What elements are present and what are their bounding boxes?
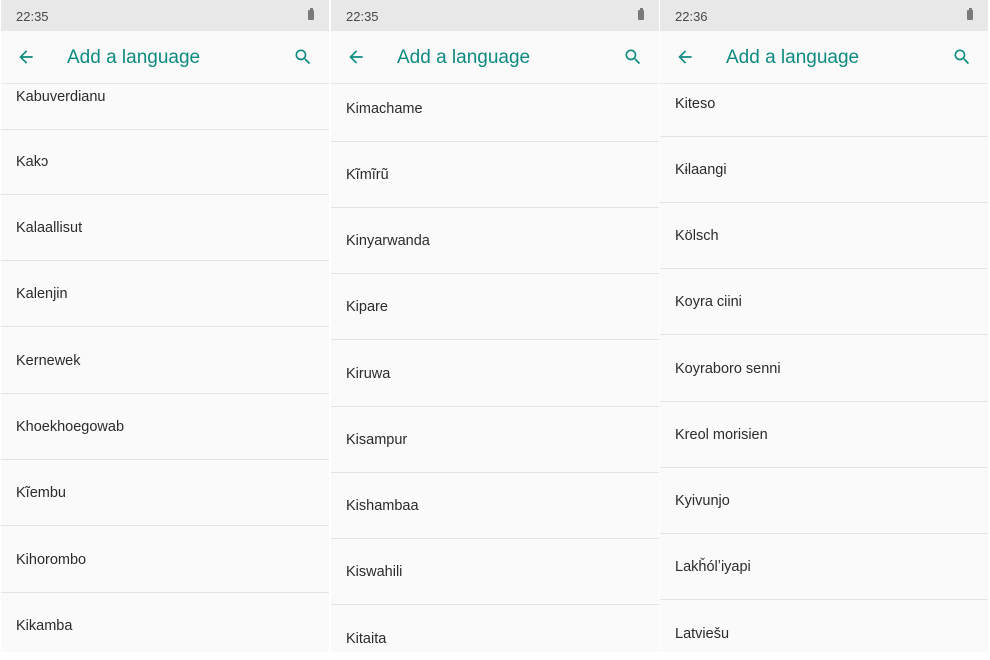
list-item[interactable]: Kalenjin bbox=[1, 261, 329, 327]
list-item[interactable]: Kyivunjo bbox=[660, 468, 988, 534]
list-item[interactable]: Kabuverdianu bbox=[1, 84, 329, 130]
list-item[interactable]: Koyraboro senni bbox=[660, 336, 988, 402]
language-name: Kakɔ bbox=[16, 153, 49, 170]
battery-icon bbox=[967, 8, 973, 20]
language-name: Lakȟólʼiyapi bbox=[675, 558, 751, 575]
status-time: 22:35 bbox=[346, 9, 379, 24]
list-item[interactable]: Kishambaa bbox=[331, 473, 659, 539]
list-item[interactable]: Kinyarwanda bbox=[331, 208, 659, 274]
page-title: Add a language bbox=[397, 47, 531, 68]
list-item[interactable]: Koyra ciini bbox=[660, 269, 988, 335]
arrow-back-icon bbox=[678, 50, 692, 64]
language-name: Kabuverdianu bbox=[16, 88, 106, 105]
list-item[interactable]: Kipare bbox=[331, 274, 659, 340]
screen-3: 22:36 Add a language Kiteso Kɨlaangi Köl… bbox=[660, 0, 988, 652]
status-bar: 22:36 bbox=[660, 0, 988, 31]
page-title: Add a language bbox=[726, 47, 860, 68]
screen-1: 22:35 Add a language Kabuverdianu Kakɔ K… bbox=[1, 0, 329, 652]
language-name: Kernewek bbox=[16, 352, 81, 369]
search-icon bbox=[295, 49, 311, 65]
list-item[interactable]: Kikamba bbox=[1, 593, 329, 652]
language-name: Kitaita bbox=[346, 630, 387, 647]
list-item[interactable]: Kreol morisien bbox=[660, 402, 988, 468]
list-item[interactable]: Kiruwa bbox=[331, 341, 659, 407]
language-name: Kyivunjo bbox=[675, 492, 730, 509]
status-time: 22:36 bbox=[675, 9, 708, 24]
language-name: Kishambaa bbox=[346, 497, 419, 514]
list-item[interactable]: Lakȟólʼiyapi bbox=[660, 534, 988, 600]
language-list[interactable]: Kimachame Kĩmĩrũ Kinyarwanda Kipare Kiru… bbox=[331, 84, 659, 652]
language-name: Koyraboro senni bbox=[675, 360, 781, 377]
language-name: Kɨlaangi bbox=[675, 161, 727, 178]
app-bar: Add a language bbox=[1, 31, 329, 84]
app-bar: Add a language bbox=[660, 31, 988, 84]
language-name: Kihorombo bbox=[16, 551, 87, 568]
status-bar: 22:35 bbox=[331, 0, 659, 31]
list-item[interactable]: Kisampur bbox=[331, 407, 659, 473]
search-button[interactable] bbox=[289, 43, 317, 71]
language-name: Khoekhoegowab bbox=[16, 418, 125, 435]
arrow-back-icon bbox=[349, 50, 363, 64]
list-item[interactable]: Kalaallisut bbox=[1, 195, 329, 261]
list-item[interactable]: Latviešu bbox=[660, 601, 988, 652]
status-bar: 22:35 bbox=[1, 0, 329, 31]
list-item[interactable]: Kimachame bbox=[331, 84, 659, 142]
list-item[interactable]: Khoekhoegowab bbox=[1, 394, 329, 460]
search-icon bbox=[625, 49, 641, 65]
list-item[interactable]: Kĩmĩrũ bbox=[331, 142, 659, 208]
language-list[interactable]: Kiteso Kɨlaangi Kölsch Koyra ciini Koyra… bbox=[660, 84, 988, 652]
language-name: Kikamba bbox=[16, 617, 73, 634]
back-button[interactable] bbox=[12, 43, 40, 71]
arrow-back-icon bbox=[19, 50, 33, 64]
list-item[interactable]: Kölsch bbox=[660, 203, 988, 269]
list-item[interactable]: Kakɔ bbox=[1, 129, 329, 195]
back-button[interactable] bbox=[671, 43, 699, 71]
language-name: Latviešu bbox=[675, 625, 730, 642]
search-button[interactable] bbox=[948, 43, 976, 71]
battery-icon bbox=[308, 8, 314, 20]
language-name: Kimachame bbox=[346, 100, 423, 117]
page-title: Add a language bbox=[67, 47, 201, 68]
language-name: Kalaallisut bbox=[16, 219, 83, 236]
search-button[interactable] bbox=[619, 43, 647, 71]
language-name: Kisampur bbox=[346, 431, 408, 448]
language-name: Kiteso bbox=[675, 95, 716, 112]
language-name: Kĩembu bbox=[16, 484, 66, 501]
screen-2: 22:35 Add a language Kimachame Kĩmĩrũ Ki… bbox=[331, 0, 659, 652]
list-item[interactable]: Kiswahili bbox=[331, 539, 659, 605]
search-icon bbox=[954, 49, 970, 65]
list-item[interactable]: Kĩembu bbox=[1, 460, 329, 526]
language-name: Kölsch bbox=[675, 227, 719, 244]
language-name: Kinyarwanda bbox=[346, 232, 430, 249]
language-name: Kipare bbox=[346, 298, 388, 315]
list-item[interactable]: Kiteso bbox=[660, 84, 988, 137]
battery-icon bbox=[638, 8, 644, 20]
language-name: Kiswahili bbox=[346, 563, 403, 580]
list-item[interactable]: Kɨlaangi bbox=[660, 137, 988, 203]
back-button[interactable] bbox=[342, 43, 370, 71]
language-list[interactable]: Kabuverdianu Kakɔ Kalaallisut Kalenjin K… bbox=[1, 84, 329, 652]
list-item[interactable]: Kitaita bbox=[331, 606, 659, 652]
language-name: Kiruwa bbox=[346, 365, 391, 382]
list-item[interactable]: Kihorombo bbox=[1, 527, 329, 593]
language-name: Koyra ciini bbox=[675, 293, 742, 310]
app-bar: Add a language bbox=[331, 31, 659, 84]
status-time: 22:35 bbox=[16, 9, 49, 24]
language-name: Kreol morisien bbox=[675, 426, 768, 443]
language-name: Kalenjin bbox=[16, 285, 68, 302]
language-name: Kĩmĩrũ bbox=[346, 166, 389, 183]
list-item[interactable]: Kernewek bbox=[1, 328, 329, 394]
